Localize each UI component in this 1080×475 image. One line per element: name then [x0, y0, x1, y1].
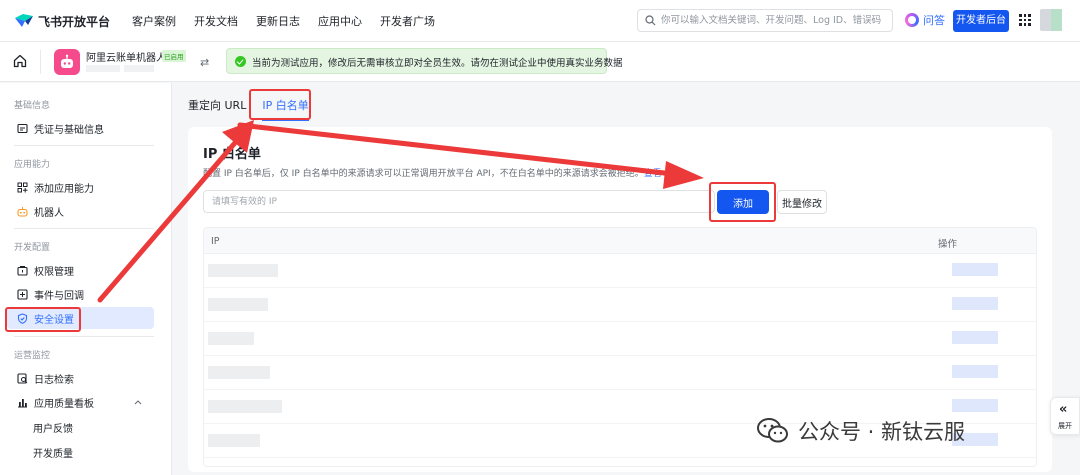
sidebar-item-events[interactable]: 事件与回调: [7, 283, 154, 305]
row-actions-redacted[interactable]: [952, 297, 998, 310]
highlight-ip-whitelist-tab: [249, 89, 311, 120]
qa-link[interactable]: 问答: [905, 12, 945, 28]
table-row: [204, 288, 1036, 322]
batch-edit-button[interactable]: 批量修改: [777, 190, 827, 214]
divider: [40, 50, 41, 74]
sidebar-item-permissions[interactable]: 权限管理: [7, 259, 154, 281]
sidebar-item-add-capability[interactable]: 添加应用能力: [7, 176, 154, 198]
sidebar-item-label: 应用质量看板: [34, 398, 94, 410]
sidebar-item-label: 添加应用能力: [34, 183, 94, 195]
ip-value-redacted: [208, 264, 278, 277]
sidebar-divider: [14, 228, 154, 229]
row-actions-redacted[interactable]: [952, 399, 998, 412]
description-text: 配置 IP 白名单后，仅 IP 白名单中的来源请求可以正常调用开放平台 API，…: [203, 169, 644, 179]
chevron-up-icon[interactable]: [134, 399, 142, 405]
column-header-actions: 操作: [938, 239, 958, 250]
sidebar-group-capabilities: 应用能力: [14, 160, 51, 170]
app-status-badge: 已启用: [162, 50, 186, 62]
sidebar-subitem-feedback[interactable]: 用户反馈: [33, 420, 73, 435]
ip-input[interactable]: [203, 190, 715, 213]
top-navigation: 飞书开放平台 客户案例 开发文档 更新日志 应用中心 开发者广场 问答 开发者后…: [0, 0, 1080, 42]
wechat-logo-icon: [757, 418, 788, 443]
id-card-icon: [17, 123, 28, 133]
user-avatar[interactable]: [1040, 9, 1062, 31]
qa-label: 问答: [923, 14, 945, 27]
row-actions-redacted[interactable]: [952, 365, 998, 378]
ip-value-redacted: [208, 298, 268, 311]
ip-value-redacted: [208, 332, 254, 345]
dashboard-icon: [18, 398, 27, 407]
sidebar-item-robot[interactable]: 机器人: [7, 200, 154, 222]
sidebar-group-basic: 基础信息: [14, 101, 51, 111]
sidebar-subitem-dev-quality[interactable]: 开发质量: [33, 445, 73, 460]
highlight-security-settings: [5, 307, 81, 332]
search-icon: [645, 15, 656, 26]
wechat-watermark: 公众号 · 新钛云服: [756, 416, 965, 446]
table-row: [204, 322, 1036, 356]
docs-link[interactable]: 查看: [644, 169, 662, 179]
search-box[interactable]: [637, 9, 893, 32]
home-icon[interactable]: [12, 53, 28, 69]
app-bar: 阿里云账单机器人 已启用 ⇄ 当前为测试应用，修改后无需审核立即对全员生效。请勿…: [0, 42, 1080, 82]
sidebar-divider: [14, 145, 154, 146]
alert-text: 当前为测试应用，修改后无需审核立即对全员生效。请勿在测试企业中使用真实业务数据: [252, 58, 623, 69]
table-header: IP 操作: [204, 228, 1036, 254]
nav-link-dev-square[interactable]: 开发者广场: [380, 13, 435, 29]
brand-name[interactable]: 飞书开放平台: [38, 13, 110, 30]
app-avatar: [54, 49, 80, 75]
expand-panel-button[interactable]: « 展开: [1050, 397, 1080, 435]
row-actions-redacted[interactable]: [952, 263, 998, 276]
permission-icon: [17, 265, 28, 276]
column-header-ip: IP: [211, 236, 220, 247]
sidebar-group-dev-config: 开发配置: [14, 243, 51, 253]
app-meta-redacted: [86, 65, 154, 72]
search-input[interactable]: [661, 12, 887, 29]
test-app-alert: 当前为测试应用，修改后无需审核立即对全员生效。请勿在测试企业中使用真实业务数据: [226, 48, 623, 74]
sidebar-item-label: 事件与回调: [34, 290, 84, 302]
switch-app-icon[interactable]: ⇄: [200, 56, 209, 69]
log-search-icon: [17, 372, 28, 384]
robot-icon: [17, 206, 28, 217]
nav-links: 客户案例 开发文档 更新日志 应用中心 开发者广场: [132, 13, 435, 29]
sidebar-item-log-search[interactable]: 日志检索: [7, 367, 154, 389]
sidebar-item-credentials[interactable]: 凭证与基础信息: [7, 117, 154, 139]
app-name: 阿里云账单机器人: [86, 53, 166, 64]
sidebar-item-label: 凭证与基础信息: [34, 124, 104, 136]
robot-icon: [61, 54, 73, 68]
check-circle-icon: [235, 56, 246, 67]
qa-icon: [905, 13, 919, 27]
sidebar-item-label: 权限管理: [34, 266, 74, 278]
table-row: [204, 356, 1036, 390]
event-icon: [17, 288, 28, 300]
sidebar-group-monitoring: 运营监控: [14, 351, 51, 361]
nav-link-docs[interactable]: 开发文档: [194, 13, 238, 29]
nav-link-cases[interactable]: 客户案例: [132, 13, 176, 29]
ip-value-redacted: [208, 366, 270, 379]
sidebar-item-label: 机器人: [34, 207, 64, 219]
sidebar-item-quality-dashboard[interactable]: 应用质量看板: [7, 391, 154, 413]
sidebar-divider: [14, 336, 154, 337]
expand-label: 展开: [1058, 422, 1072, 430]
dev-console-button[interactable]: 开发者后台: [953, 10, 1009, 32]
table-row: [204, 254, 1036, 288]
feishu-logo-icon[interactable]: [14, 12, 34, 28]
sidebar: 基础信息 凭证与基础信息 应用能力 添加应用能力 机器人 开发配置 权限管理 事…: [0, 83, 172, 475]
ip-value-redacted: [208, 400, 282, 413]
double-chevron-left-icon: «: [1059, 402, 1068, 417]
section-title: IP 白名单: [203, 147, 261, 162]
watermark-text: 公众号 · 新钛云服: [798, 420, 966, 444]
ip-value-redacted: [208, 434, 260, 447]
section-description: 配置 IP 白名单后，仅 IP 白名单中的来源请求可以正常调用开放平台 API，…: [203, 166, 662, 179]
tab-redirect-url[interactable]: 重定向 URL: [188, 97, 246, 121]
sidebar-item-label: 日志检索: [34, 374, 74, 386]
row-actions-redacted[interactable]: [952, 331, 998, 344]
apps-icon: [17, 182, 28, 192]
app-grid-icon[interactable]: [1019, 14, 1031, 26]
highlight-add-button: [709, 182, 776, 222]
nav-link-changelog[interactable]: 更新日志: [256, 13, 300, 29]
nav-link-app-center[interactable]: 应用中心: [318, 13, 362, 29]
